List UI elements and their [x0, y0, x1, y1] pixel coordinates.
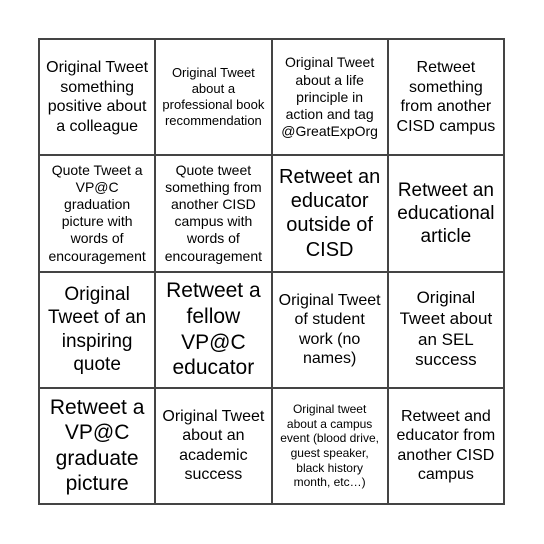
bingo-cell[interactable]: Retweet something from another CISD camp…: [387, 39, 504, 156]
bingo-cell[interactable]: Original Tweet about a life principle in…: [271, 39, 388, 156]
bingo-cell[interactable]: Retweet a fellow VP@C educator: [155, 271, 272, 388]
bingo-cell[interactable]: Retweet a VP@C graduate picture: [39, 387, 156, 504]
bingo-cell[interactable]: Retweet and educator from another CISD c…: [387, 387, 504, 504]
bingo-cell[interactable]: Original Tweet about an SEL success: [387, 271, 504, 388]
bingo-cell[interactable]: Original tweet about a campus event (blo…: [271, 387, 388, 504]
bingo-cell[interactable]: Retweet an educational article: [387, 155, 504, 272]
bingo-cell[interactable]: Original Tweet of an inspiring quote: [39, 271, 156, 388]
bingo-cell[interactable]: Original Tweet about an academic success: [155, 387, 272, 504]
bingo-card: Original Tweet something positive about …: [38, 38, 505, 505]
bingo-cell[interactable]: Quote Tweet a VP@C graduation picture wi…: [39, 155, 156, 272]
bingo-cell[interactable]: Retweet an educator outside of CISD: [271, 155, 388, 272]
bingo-cell[interactable]: Quote tweet something from another CISD …: [155, 155, 272, 272]
bingo-cell[interactable]: Original Tweet of student work (no names…: [271, 271, 388, 388]
bingo-cell[interactable]: Original Tweet about a professional book…: [155, 39, 272, 156]
bingo-cell[interactable]: Original Tweet something positive about …: [39, 39, 156, 156]
